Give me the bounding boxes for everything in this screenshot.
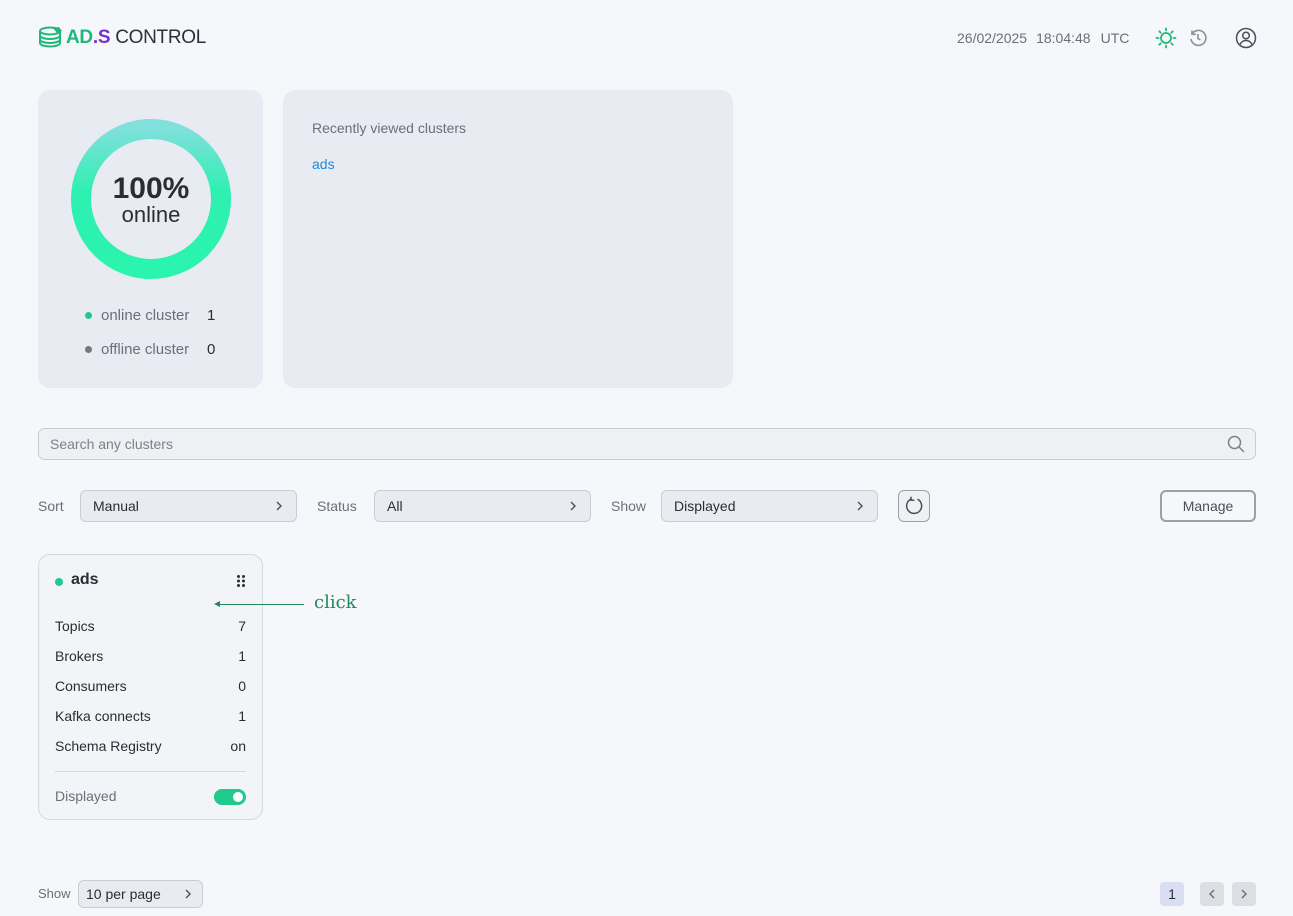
user-icon[interactable]	[1234, 26, 1258, 50]
chevron-right-icon	[276, 501, 282, 511]
legend-value: 1	[207, 306, 216, 324]
chevron-right-icon	[185, 889, 191, 899]
per-page-label: Show	[38, 886, 71, 901]
refresh-icon	[905, 496, 923, 515]
displayed-label: Displayed	[55, 788, 117, 804]
next-page-button[interactable]	[1232, 882, 1256, 906]
sort-value: Manual	[93, 498, 139, 514]
stat-value: 1	[238, 648, 246, 664]
prev-page-button[interactable]	[1200, 882, 1224, 906]
stat-label: Topics	[55, 618, 95, 634]
stat-label: Kafka connects	[55, 708, 151, 724]
cluster-stat-row: Kafka connects 1	[55, 706, 246, 726]
manage-button[interactable]: Manage	[1160, 490, 1256, 522]
card-divider	[55, 771, 246, 772]
show-select[interactable]: Displayed	[661, 490, 878, 522]
search-icon[interactable]	[1227, 435, 1245, 453]
legend-offline: offline cluster 0	[85, 339, 235, 359]
per-page-value: 10 per page	[86, 886, 161, 902]
logo-icon	[39, 26, 62, 48]
online-status-label: online	[121, 202, 181, 227]
drag-handle-icon[interactable]	[233, 573, 249, 589]
chevron-right-icon	[570, 501, 576, 511]
show-label: Show	[611, 498, 647, 514]
chevron-right-icon	[857, 501, 863, 511]
time-text: 18:04:48	[1036, 30, 1091, 46]
online-percent: 100%	[112, 172, 190, 205]
offline-dot-icon	[85, 345, 92, 353]
chevron-left-icon	[1209, 889, 1215, 899]
timezone-text: UTC	[1100, 30, 1130, 46]
search-input[interactable]	[39, 429, 1255, 459]
history-icon[interactable]	[1186, 26, 1210, 50]
brand-s: .S	[92, 27, 111, 48]
cluster-status-dot-icon	[55, 578, 63, 586]
legend-label: online cluster	[101, 306, 190, 324]
stat-value: 1	[238, 708, 246, 724]
show-value: Displayed	[674, 498, 736, 514]
cluster-stat-row: Topics 7	[55, 616, 246, 636]
status-value: All	[387, 498, 403, 514]
cluster-stat-row: Consumers 0	[55, 676, 246, 696]
legend-online: online cluster 1	[85, 305, 235, 325]
legend-value: 0	[207, 340, 216, 358]
cluster-search[interactable]	[38, 428, 1256, 460]
recent-cluster-link[interactable]: ads	[312, 156, 335, 172]
cluster-stat-row: Brokers 1	[55, 646, 246, 666]
stat-value: 7	[238, 618, 246, 634]
sort-select[interactable]: Manual	[80, 490, 297, 522]
app-logo[interactable]: AD.S CONTROL	[38, 24, 206, 52]
cluster-name[interactable]: ads	[71, 571, 99, 589]
recent-clusters-title: Recently viewed clusters	[312, 120, 467, 136]
brand-control: CONTROL	[115, 27, 206, 48]
annotation-arrowhead-icon	[214, 601, 220, 607]
displayed-toggle[interactable]	[214, 789, 246, 805]
brand-ad: AD	[66, 27, 93, 48]
legend-label: offline cluster	[101, 340, 190, 358]
status-select[interactable]: All	[374, 490, 591, 522]
server-datetime: 26/02/2025 18:04:48 UTC	[957, 30, 1129, 46]
date-text: 26/02/2025	[957, 30, 1028, 46]
per-page-select[interactable]: 10 per page	[78, 880, 203, 908]
status-label: Status	[317, 498, 357, 514]
sort-label: Sort	[38, 498, 64, 514]
page-number-current[interactable]: 1	[1160, 882, 1184, 906]
sun-icon[interactable]	[1154, 26, 1178, 50]
toggle-knob	[233, 792, 243, 802]
online-dot-icon	[85, 311, 92, 319]
annotation-arrow-line	[218, 604, 304, 605]
stat-label: Brokers	[55, 648, 104, 664]
annotation-text: click	[314, 592, 357, 613]
stat-label: Schema Registry	[55, 738, 162, 754]
cluster-stat-row: Schema Registry on	[55, 736, 246, 756]
stat-value: on	[230, 738, 246, 754]
stat-value: 0	[238, 678, 246, 694]
stat-label: Consumers	[55, 678, 127, 694]
chevron-right-icon	[1241, 889, 1247, 899]
refresh-button[interactable]	[898, 490, 930, 522]
